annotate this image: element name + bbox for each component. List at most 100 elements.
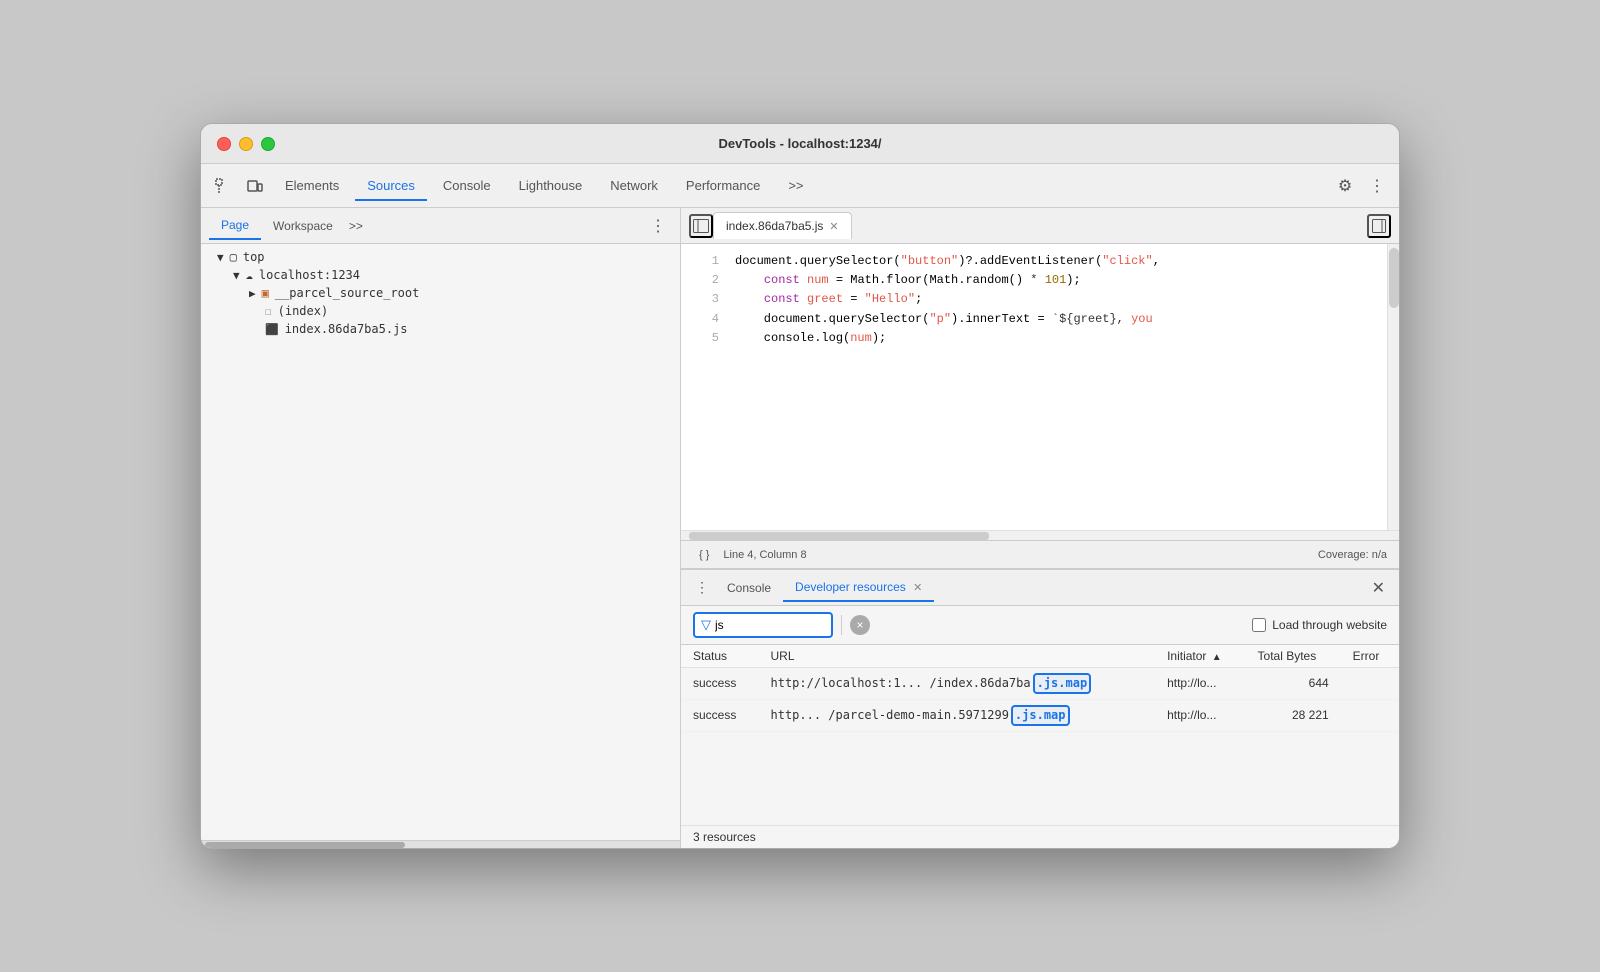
code-container: 1 document.querySelector("button")?.addE…	[681, 244, 1399, 530]
table-row[interactable]: success http... /parcel-demo-main.597129…	[681, 699, 1399, 731]
close-button[interactable]	[217, 137, 231, 151]
cell-error-1	[1341, 668, 1399, 700]
filter-clear-button[interactable]: ×	[850, 615, 870, 635]
device-toggle-icon[interactable]	[241, 172, 269, 200]
status-bar-left: { } Line 4, Column 8	[693, 547, 807, 563]
tab-more[interactable]: >>	[776, 172, 815, 201]
filter-input[interactable]	[715, 618, 775, 632]
minimize-button[interactable]	[239, 137, 253, 151]
chevron-down-icon-2: ▼	[233, 269, 240, 282]
tree-item-js-file[interactable]: ⬛ index.86da7ba5.js	[201, 320, 680, 338]
close-bottom-panel-icon[interactable]: ✕	[1366, 576, 1391, 600]
cell-url-2: http... /parcel-demo-main.5971299.js.map	[759, 699, 1156, 731]
window-title: DevTools - localhost:1234/	[718, 136, 881, 151]
tab-console-bottom[interactable]: Console	[715, 575, 783, 601]
tree-item-parcel-root[interactable]: ▶ ▣ __parcel_source_root	[201, 284, 680, 302]
file-icon: ☐	[265, 305, 272, 318]
tab-network[interactable]: Network	[598, 172, 670, 201]
tree-label-top: top	[243, 250, 265, 264]
tab-more-left[interactable]: >>	[345, 215, 367, 237]
bottom-tabs: ⋮ Console Developer resources ✕ ✕	[681, 570, 1399, 606]
maximize-button[interactable]	[261, 137, 275, 151]
load-through-label[interactable]: Load through website	[1252, 618, 1387, 632]
editor-tab-bar: index.86da7ba5.js ✕	[681, 208, 1399, 244]
folder-icon: ▢	[230, 250, 237, 264]
editor-hscrollbar-thumb[interactable]	[689, 532, 989, 540]
left-panel-scrollbar[interactable]	[201, 840, 680, 848]
editor-vscrollbar[interactable]	[1387, 244, 1399, 530]
editor-tab-filename: index.86da7ba5.js	[726, 219, 823, 233]
tree-item-index[interactable]: ☐ (index)	[201, 302, 680, 320]
code-line-3: 3 const greet = "Hello";	[681, 290, 1387, 309]
js-file-icon: ⬛	[265, 323, 279, 336]
right-panel-container: index.86da7ba5.js ✕	[681, 208, 1399, 848]
resources-footer: 3 resources	[681, 825, 1399, 848]
table-header-row: Status URL Initiator ▲ Tot	[681, 645, 1399, 668]
tab-page[interactable]: Page	[209, 212, 261, 240]
url-cursor-1: .js.map	[1033, 673, 1092, 694]
code-editor[interactable]: 1 document.querySelector("button")?.addE…	[681, 244, 1387, 530]
editor-tab-js[interactable]: index.86da7ba5.js ✕	[713, 212, 852, 239]
cell-url-1: http://localhost:1... /index.86da7ba.js.…	[759, 668, 1156, 700]
tab-lighthouse[interactable]: Lighthouse	[507, 172, 595, 201]
table-row[interactable]: success http://localhost:1... /index.86d…	[681, 668, 1399, 700]
editor-vscrollbar-thumb[interactable]	[1389, 248, 1399, 308]
tab-performance[interactable]: Performance	[674, 172, 772, 201]
col-header-status: Status	[681, 645, 759, 668]
tab-developer-resources[interactable]: Developer resources ✕	[783, 574, 934, 602]
inspect-element-icon[interactable]	[209, 172, 237, 200]
editor-collapse-icon[interactable]	[1367, 214, 1391, 238]
left-panel: Page Workspace >> ⋮ ▼ ▢ top ▼	[201, 208, 681, 848]
col-header-url: URL	[759, 645, 1156, 668]
filter-funnel-icon: ▽	[701, 617, 711, 633]
url-cursor-2: .js.map	[1011, 705, 1070, 726]
resources-table-wrapper: Status URL Initiator ▲ Tot	[681, 645, 1399, 825]
coverage-status: Coverage: n/a	[1318, 549, 1387, 561]
developer-resources-close-icon[interactable]: ✕	[913, 582, 922, 594]
code-line-1: 1 document.querySelector("button")?.addE…	[681, 252, 1387, 271]
sort-arrow-icon: ▲	[1212, 652, 1222, 663]
filter-input-wrapper[interactable]: ▽	[693, 612, 833, 638]
filter-separator	[841, 615, 842, 635]
load-through-checkbox[interactable]	[1252, 618, 1266, 632]
cell-status-1: success	[681, 668, 759, 700]
folder-icon-2: ▣	[262, 286, 269, 300]
tab-console[interactable]: Console	[431, 172, 503, 201]
filter-bar: ▽ × Load through website	[681, 606, 1399, 645]
tab-elements[interactable]: Elements	[273, 172, 351, 201]
bottom-panel: ⋮ Console Developer resources ✕ ✕ ▽	[681, 568, 1399, 848]
tree-label-js-file: index.86da7ba5.js	[285, 322, 408, 336]
tree-label-parcel-root: __parcel_source_root	[275, 286, 420, 300]
bottom-dots-icon[interactable]: ⋮	[689, 575, 715, 600]
right-panel: index.86da7ba5.js ✕	[681, 208, 1399, 568]
code-line-4: 4 document.querySelector("p").innerText …	[681, 310, 1387, 329]
col-header-initiator[interactable]: Initiator ▲	[1155, 645, 1245, 668]
editor-tab-close-icon[interactable]: ✕	[829, 220, 838, 233]
cloud-icon: ☁	[246, 268, 253, 282]
tree-item-top[interactable]: ▼ ▢ top	[201, 248, 680, 266]
tab-workspace[interactable]: Workspace	[261, 213, 345, 239]
col-header-total-bytes: Total Bytes	[1246, 645, 1341, 668]
line-col-status: Line 4, Column 8	[723, 549, 806, 561]
tab-sources[interactable]: Sources	[355, 172, 427, 201]
main-content: Page Workspace >> ⋮ ▼ ▢ top ▼	[201, 208, 1399, 848]
title-bar: DevTools - localhost:1234/	[201, 124, 1399, 164]
code-line-2: 2 const num = Math.floor(Math.random() *…	[681, 271, 1387, 290]
tree-item-localhost[interactable]: ▼ ☁ localhost:1234	[201, 266, 680, 284]
cell-total-bytes-1: 644	[1246, 668, 1341, 700]
cell-initiator-2: http://lo...	[1155, 699, 1245, 731]
panel-tabs: Page Workspace >> ⋮	[201, 208, 680, 244]
editor-hscrollbar[interactable]	[681, 530, 1399, 540]
settings-icon[interactable]: ⚙	[1331, 172, 1359, 200]
format-icon: { }	[699, 549, 709, 561]
file-tree: ▼ ▢ top ▼ ☁ localhost:1234 ▶ ▣ __parcel_…	[201, 244, 680, 840]
more-options-icon[interactable]: ⋮	[1363, 172, 1391, 200]
cell-total-bytes-2: 28 221	[1246, 699, 1341, 731]
tree-label-index: (index)	[278, 304, 329, 318]
code-line-5: 5 console.log(num);	[681, 329, 1387, 348]
format-button[interactable]: { }	[693, 547, 715, 563]
sidebar-toggle-icon[interactable]	[689, 214, 713, 238]
left-panel-scrollbar-thumb[interactable]	[205, 842, 405, 848]
resources-table: Status URL Initiator ▲ Tot	[681, 645, 1399, 732]
panel-dots-icon[interactable]: ⋮	[644, 212, 672, 240]
